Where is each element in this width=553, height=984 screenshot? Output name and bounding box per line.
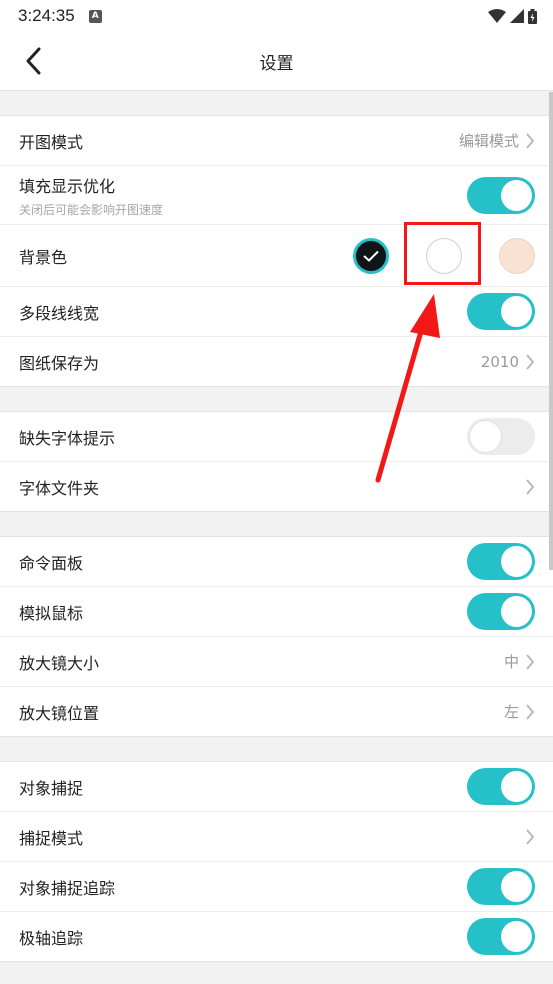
setting-object-snap-tracking: 对象捕捉追踪 [0,862,553,912]
setting-fill-display: 填充显示优化 关闭后可能会影响开图速度 [0,166,553,225]
setting-label: 缺失字体提示 [19,428,116,448]
section-gap [0,737,553,762]
setting-label: 模拟鼠标 [19,603,84,623]
back-arrow-icon [26,47,41,75]
settings-group-fonts: 缺失字体提示 字体文件夹 [0,412,553,512]
polyline-width-toggle[interactable] [467,293,535,330]
scrollbar[interactable] [549,92,553,570]
setting-label: 开图模式 [19,132,84,152]
setting-magnifier-size[interactable]: 放大镜大小 中 [0,637,553,687]
setting-font-folder[interactable]: 字体文件夹 [0,462,553,512]
status-time: 3:24:35 [18,6,75,25]
setting-polar-tracking: 极轴追踪 [0,912,553,962]
chevron-right-icon [526,132,535,149]
bg-color-black-swatch[interactable] [353,237,389,274]
setting-missing-font-hint: 缺失字体提示 [0,412,553,462]
back-button[interactable] [18,46,48,76]
setting-snap-mode[interactable]: 捕捉模式 [0,812,553,862]
status-bar: 3:24:35 A [0,0,553,32]
missing-font-hint-toggle[interactable] [467,418,535,455]
setting-sublabel: 关闭后可能会影响开图速度 [19,202,164,217]
object-snap-tracking-toggle[interactable] [467,868,535,905]
setting-save-as[interactable]: 图纸保存为 2010 [0,337,553,387]
settings-group-input: 命令面板 模拟鼠标 放大镜大小 中 放大镜位置 左 [0,537,553,737]
app-header: 设置 [0,32,553,91]
chevron-right-icon [526,828,535,845]
setting-label: 放大镜大小 [19,653,100,673]
simulate-mouse-toggle[interactable] [467,593,535,630]
setting-magnifier-position[interactable]: 放大镜位置 左 [0,687,553,737]
setting-command-panel: 命令面板 [0,537,553,587]
setting-background-color: 背景色 [0,225,553,287]
setting-label: 命令面板 [19,553,84,573]
setting-value: 编辑模式 [458,132,519,150]
setting-value: 左 [503,703,519,721]
settings-group-display: 开图模式 编辑模式 填充显示优化 关闭后可能会影响开图速度 背景色 多段线线宽 … [0,116,553,387]
bg-color-peach-swatch[interactable] [499,237,535,274]
setting-value: 中 [503,653,519,671]
battery-icon [528,8,537,24]
chevron-right-icon [526,478,535,495]
setting-label: 极轴追踪 [19,928,84,948]
setting-label: 填充显示优化 [19,176,116,196]
chevron-right-icon [526,703,535,720]
setting-label: 对象捕捉 [19,778,84,798]
polar-tracking-toggle[interactable] [467,918,535,955]
setting-label: 放大镜位置 [19,703,100,723]
setting-object-snap: 对象捕捉 [0,762,553,812]
setting-label: 多段线线宽 [19,303,100,323]
page-title: 设置 [259,53,294,74]
bg-color-white-swatch[interactable] [426,237,462,274]
section-gap [0,91,553,116]
checkmark-icon [363,250,379,262]
signal-icon [510,9,524,23]
setting-open-mode[interactable]: 开图模式 编辑模式 [0,116,553,166]
setting-label: 对象捕捉追踪 [19,878,116,898]
setting-label: 背景色 [19,247,68,267]
settings-group-snap: 对象捕捉 捕捉模式 对象捕捉追踪 极轴追踪 [0,762,553,962]
command-panel-toggle[interactable] [467,543,535,580]
section-gap [0,387,553,412]
object-snap-toggle[interactable] [467,768,535,805]
chevron-right-icon [526,653,535,670]
setting-simulate-mouse: 模拟鼠标 [0,587,553,637]
setting-label: 捕捉模式 [19,828,84,848]
setting-label: 图纸保存为 [19,353,100,373]
setting-value: 2010 [480,352,519,371]
section-gap [0,512,553,537]
setting-polyline-width: 多段线线宽 [0,287,553,337]
wifi-icon [488,9,506,23]
fill-display-toggle[interactable] [467,176,535,214]
notification-app-icon: A [88,9,102,23]
chevron-right-icon [526,353,535,370]
setting-label: 字体文件夹 [19,478,100,498]
